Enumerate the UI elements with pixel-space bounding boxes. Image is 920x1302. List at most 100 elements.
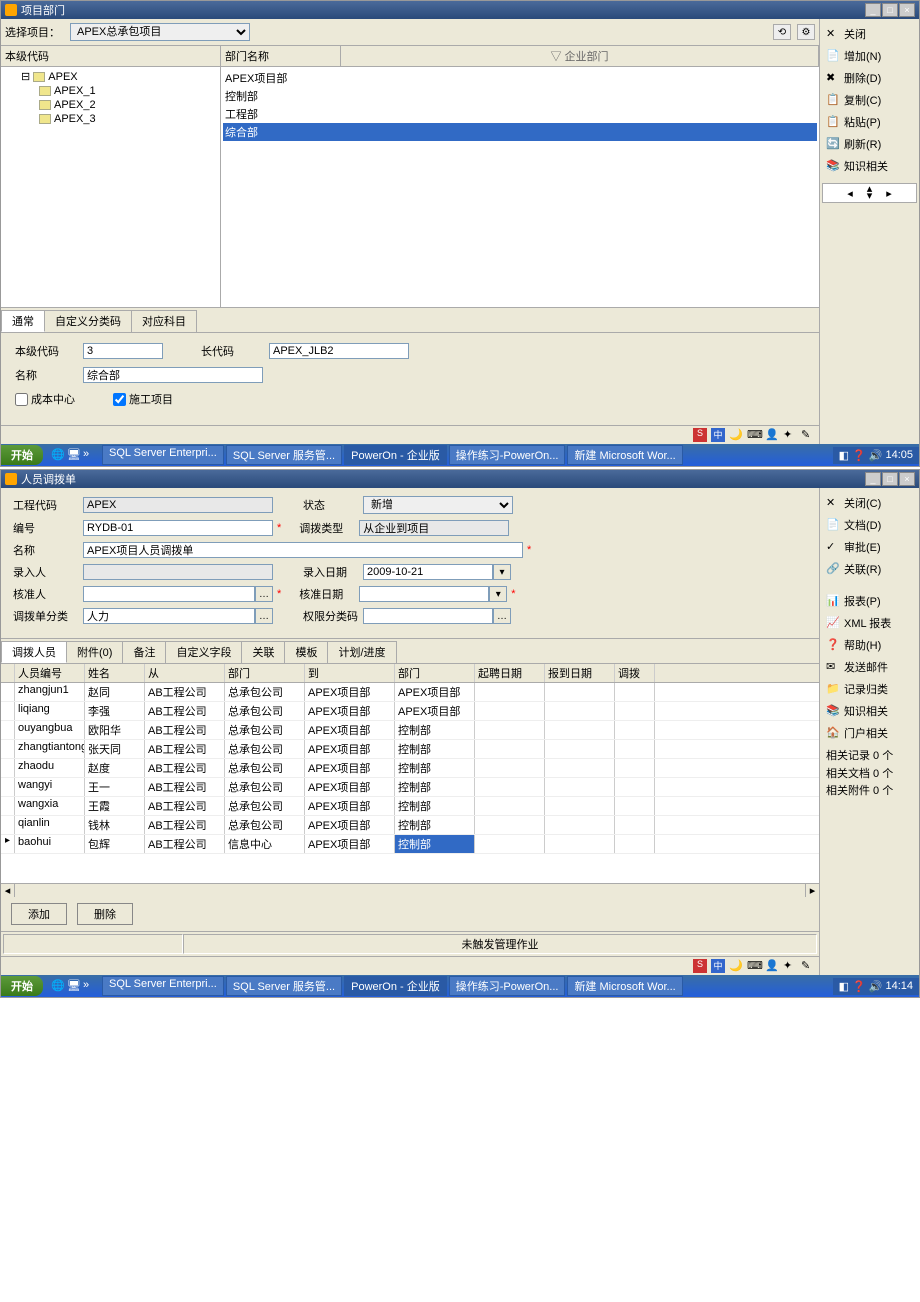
grid-header-0[interactable]: 人员编号 bbox=[15, 664, 85, 682]
nav-right[interactable]: ▸ bbox=[882, 187, 896, 200]
side2b-btn-5[interactable]: 📚知识相关 bbox=[822, 700, 917, 722]
dept-node-APEX_3[interactable]: 综合部 bbox=[223, 123, 817, 141]
tray-icon-3[interactable]: 🔊 bbox=[869, 449, 883, 462]
grid-header-3[interactable]: 部门 bbox=[225, 664, 305, 682]
tab-0[interactable]: 通常 bbox=[1, 310, 45, 332]
taskbar-item-4[interactable]: 新建 Microsoft Wor... bbox=[567, 976, 682, 996]
side2b-btn-4[interactable]: 📁记录归类 bbox=[822, 678, 917, 700]
side2-btn-0[interactable]: ✕关闭(C) bbox=[822, 492, 917, 514]
taskbar-item-4[interactable]: 新建 Microsoft Wor... bbox=[567, 445, 682, 465]
table-row[interactable]: ▸baohui包辉AB工程公司信息中心APEX项目部控制部 bbox=[1, 835, 819, 854]
taskbar-item-1[interactable]: SQL Server 服务管... bbox=[226, 445, 342, 465]
tray-icon-b2[interactable]: ❓ bbox=[852, 980, 866, 993]
table-row[interactable]: qianlin钱林AB工程公司总承包公司APEX项目部控制部 bbox=[1, 816, 819, 835]
nav-down[interactable]: ▾ bbox=[863, 193, 877, 200]
add-button[interactable]: 添加 bbox=[11, 903, 67, 925]
side-btn-6[interactable]: 📚知识相关 bbox=[822, 155, 917, 177]
tray-icon-b1[interactable]: ◧ bbox=[839, 980, 849, 993]
approve-date-input[interactable] bbox=[359, 586, 489, 602]
side2b-btn-1[interactable]: 📈XML 报表 bbox=[822, 612, 917, 634]
tray-icon-2[interactable]: ❓ bbox=[852, 449, 866, 462]
table-row[interactable]: liqiang李强AB工程公司总承包公司APEX项目部APEX项目部 bbox=[1, 702, 819, 721]
grid-header-5[interactable]: 部门 bbox=[395, 664, 475, 682]
table-row[interactable]: wangyi王一AB工程公司总承包公司APEX项目部控制部 bbox=[1, 778, 819, 797]
tname-input[interactable] bbox=[83, 542, 523, 558]
grid-header-7[interactable]: 报到日期 bbox=[545, 664, 615, 682]
lang-ext-2[interactable]: ⌨ bbox=[747, 428, 761, 442]
tab-1[interactable]: 自定义分类码 bbox=[44, 310, 132, 332]
delete-button[interactable]: 删除 bbox=[77, 903, 133, 925]
maximize-button[interactable]: □ bbox=[882, 3, 898, 17]
start-button-2[interactable]: 开始 bbox=[1, 976, 43, 996]
side2-btn-3[interactable]: 🔗关联(R) bbox=[822, 558, 917, 580]
minimize-button[interactable]: _ bbox=[865, 3, 881, 17]
cons-project-checkbox[interactable] bbox=[113, 393, 126, 406]
name-input[interactable] bbox=[83, 367, 263, 383]
side-btn-3[interactable]: 📋复制(C) bbox=[822, 89, 917, 111]
grid-header-2[interactable]: 从 bbox=[145, 664, 225, 682]
table-row[interactable]: zhangjun1赵同AB工程公司总承包公司APEX项目部APEX项目部 bbox=[1, 683, 819, 702]
tab2-4[interactable]: 关联 bbox=[241, 641, 285, 663]
taskbar-item-0[interactable]: SQL Server Enterpri... bbox=[102, 445, 224, 465]
grid-header-4[interactable]: 到 bbox=[305, 664, 395, 682]
lang-ext-b3[interactable]: 👤 bbox=[765, 959, 779, 973]
cat-input[interactable] bbox=[83, 608, 255, 624]
table-row[interactable]: wangxia王霞AB工程公司总承包公司APEX项目部控制部 bbox=[1, 797, 819, 816]
start-button-1[interactable]: 开始 bbox=[1, 445, 43, 465]
tab2-5[interactable]: 模板 bbox=[284, 641, 328, 663]
taskbar-item-1[interactable]: SQL Server 服务管... bbox=[226, 976, 342, 996]
long-code-input[interactable] bbox=[269, 343, 409, 359]
ql-more[interactable]: » bbox=[83, 448, 97, 462]
lang-ext-b1[interactable]: 🌙 bbox=[729, 959, 743, 973]
cost-center-checkbox[interactable] bbox=[15, 393, 28, 406]
ql-desktop-2[interactable]: 🖥 bbox=[67, 979, 81, 993]
toolbar-btn-1[interactable]: ⟲ bbox=[773, 24, 791, 40]
ql-more-2[interactable]: » bbox=[83, 979, 97, 993]
lang-icon-2[interactable]: S bbox=[693, 959, 707, 973]
tab2-2[interactable]: 备注 bbox=[122, 641, 166, 663]
side2-btn-2[interactable]: ✓审批(E) bbox=[822, 536, 917, 558]
scroll-right[interactable]: ▸ bbox=[805, 884, 819, 897]
col-enterprise[interactable]: ▽ 企业部门 bbox=[341, 46, 819, 66]
tree-node-APEX_2[interactable]: APEX_2 bbox=[3, 98, 218, 112]
lang-ext-1[interactable]: 🌙 bbox=[729, 428, 743, 442]
perm-picker[interactable]: … bbox=[493, 608, 511, 624]
lang-ext-3[interactable]: 👤 bbox=[765, 428, 779, 442]
tree-node-APEX_3[interactable]: APEX_3 bbox=[3, 112, 218, 126]
lang-ext-b5[interactable]: ✎ bbox=[801, 959, 815, 973]
grid-header-1[interactable]: 姓名 bbox=[85, 664, 145, 682]
approver-picker[interactable]: … bbox=[255, 586, 273, 602]
dept-node-APEX[interactable]: APEX项目部 bbox=[223, 69, 817, 87]
scroll-left[interactable]: ◂ bbox=[1, 884, 15, 897]
taskbar-item-3[interactable]: 操作练习-PowerOn... bbox=[449, 976, 566, 996]
side-btn-4[interactable]: 📋粘贴(P) bbox=[822, 111, 917, 133]
side-btn-0[interactable]: ✕关闭 bbox=[822, 23, 917, 45]
grid-header-6[interactable]: 起聘日期 bbox=[475, 664, 545, 682]
status-select[interactable]: 新增 bbox=[363, 496, 513, 514]
dept-node-APEX_1[interactable]: 控制部 bbox=[223, 87, 817, 105]
table-row[interactable]: ouyangbua欧阳华AB工程公司总承包公司APEX项目部控制部 bbox=[1, 721, 819, 740]
close-button[interactable]: × bbox=[899, 3, 915, 17]
side2-btn-1[interactable]: 📄文档(D) bbox=[822, 514, 917, 536]
maximize-button-2[interactable]: □ bbox=[882, 472, 898, 486]
lang-ext-5[interactable]: ✎ bbox=[801, 428, 815, 442]
num-input[interactable] bbox=[83, 520, 273, 536]
approve-date-picker[interactable]: ▾ bbox=[489, 586, 507, 602]
side-btn-1[interactable]: 📄增加(N) bbox=[822, 45, 917, 67]
ime-icon-2[interactable]: 中 bbox=[711, 959, 725, 973]
project-select[interactable]: APEX总承包项目 bbox=[70, 23, 250, 41]
lang-ext-b4[interactable]: ✦ bbox=[783, 959, 797, 973]
cat-picker[interactable]: … bbox=[255, 608, 273, 624]
lang-ext-b2[interactable]: ⌨ bbox=[747, 959, 761, 973]
taskbar-item-2[interactable]: PowerOn - 企业版 bbox=[344, 976, 447, 996]
minimize-button-2[interactable]: _ bbox=[865, 472, 881, 486]
side2b-btn-2[interactable]: ❓帮助(H) bbox=[822, 634, 917, 656]
approver-input[interactable] bbox=[83, 586, 255, 602]
ql-ie[interactable]: 🌐 bbox=[51, 448, 65, 462]
close-button-2[interactable]: × bbox=[899, 472, 915, 486]
tab2-0[interactable]: 调拨人员 bbox=[1, 641, 67, 663]
taskbar-item-2[interactable]: PowerOn - 企业版 bbox=[344, 445, 447, 465]
tray-icon-b3[interactable]: 🔊 bbox=[869, 980, 883, 993]
tab2-3[interactable]: 自定义字段 bbox=[165, 641, 242, 663]
table-row[interactable]: zhangtiantong张天同AB工程公司总承包公司APEX项目部控制部 bbox=[1, 740, 819, 759]
